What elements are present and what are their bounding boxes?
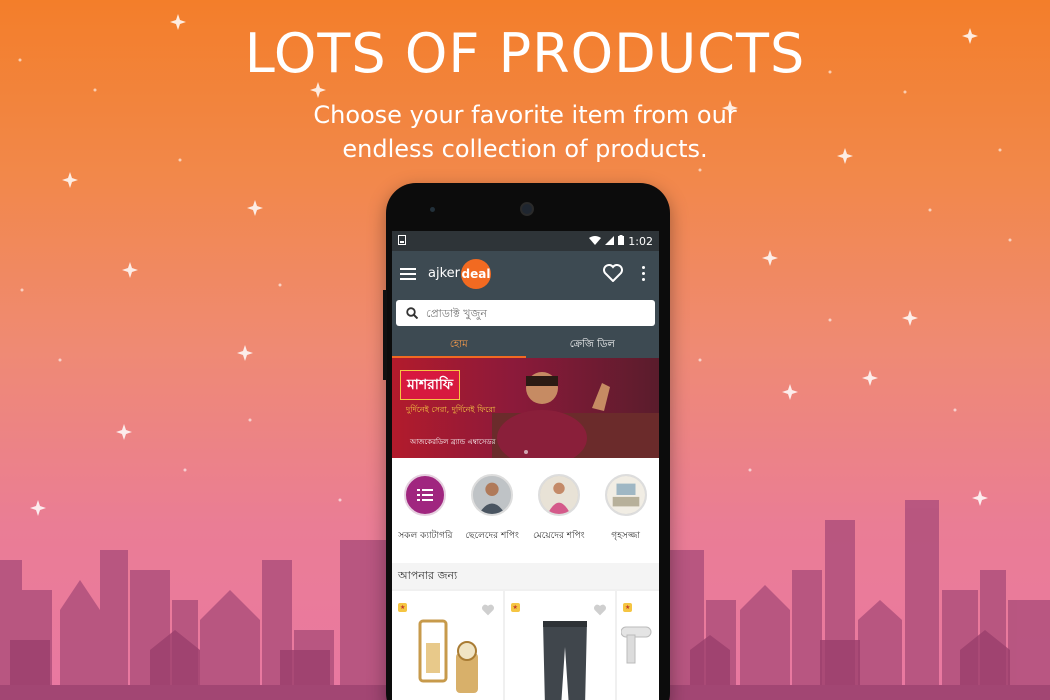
status-time: 1:02 [628, 234, 653, 248]
category-women[interactable]: মেয়েদের শপিং [528, 474, 590, 563]
logo-text-ajker: ajker [428, 266, 460, 281]
women-photo [537, 474, 580, 516]
deal-badge-icon: ★ [510, 603, 520, 612]
promo-subline: Choose your favorite item from our endle… [0, 98, 1050, 166]
carousel-indicator [392, 450, 659, 454]
promo-headline: LOTS OF PRODUCTS [244, 22, 806, 85]
home-decor-photo [604, 474, 647, 516]
product-card[interactable]: ★ [504, 591, 615, 700]
tab-crazy-deal[interactable]: ক্রেজি ডিল [526, 334, 660, 358]
product-grid: ★ ★ ★ [392, 589, 659, 700]
side-button [383, 290, 387, 380]
notification-icon [398, 234, 406, 248]
men-photo [471, 474, 514, 516]
search-box[interactable] [396, 300, 655, 326]
category-label: গৃহসজ্জা [611, 531, 640, 541]
category-label: ছেলেদের শপিং [465, 531, 519, 541]
battery-icon [618, 234, 625, 248]
banner-subtitle: দুর্দিনেই সেরা, দুর্দিনেই ফিরো [406, 405, 496, 414]
promo-banner[interactable]: মাশরাফি দুর্দিনেই সেরা, দুর্দিনেই ফিরো আ… [392, 358, 659, 458]
category-men[interactable]: ছেলেদের শপিং [461, 474, 523, 563]
product-card[interactable]: ★ [392, 591, 503, 700]
trousers-photo [542, 621, 587, 700]
front-sensor [430, 207, 435, 212]
category-label: সকল ক্যাটাগরি [398, 531, 453, 541]
phone-screen: 1:02 ajker deal হোম ক্রেজি ডিল [392, 231, 659, 700]
front-camera [520, 202, 534, 216]
tab-bar: হোম ক্রেজি ডিল [392, 334, 659, 358]
deal-badge-icon: ★ [398, 603, 408, 612]
search-input[interactable] [426, 306, 626, 320]
lantern-photo [418, 619, 478, 693]
app-logo[interactable]: ajker deal [428, 251, 491, 296]
section-title: আপনার জন্য [392, 563, 659, 589]
more-vert-icon[interactable] [642, 266, 645, 281]
status-bar: 1:02 [392, 231, 659, 251]
heart-icon[interactable] [593, 601, 607, 620]
heart-outline-icon[interactable] [603, 264, 623, 286]
logo-text-deal: deal [461, 258, 491, 289]
deal-badge-icon: ★ [623, 603, 633, 612]
banner-footer: আজকেরডিল ব্র্যান্ড এম্বাসেডর [410, 438, 496, 446]
hamburger-menu-icon[interactable] [400, 267, 416, 280]
promo-subline-line2: endless collection of products. [342, 135, 708, 163]
search-bar-wrap [392, 296, 659, 334]
search-icon [406, 304, 419, 323]
category-all[interactable]: সকল ক্যাটাগরি [394, 474, 456, 563]
banner-title: মাশরাফি [400, 370, 461, 400]
category-row: সকল ক্যাটাগরি ছেলেদের শপিং মেয়েদের শপিং… [392, 458, 659, 563]
wifi-icon [589, 235, 602, 248]
category-home-decor[interactable]: গৃহসজ্জা [595, 474, 657, 563]
list-icon [404, 474, 447, 516]
signal-icon [605, 235, 615, 248]
tab-home[interactable]: হোম [392, 334, 526, 358]
product-card[interactable]: ★ [617, 591, 659, 700]
promo-subline-line1: Choose your favorite item from our [313, 101, 737, 129]
app-bar: ajker deal [392, 251, 659, 296]
faucet-photo [621, 626, 652, 664]
category-label: মেয়েদের শপিং [533, 531, 585, 541]
